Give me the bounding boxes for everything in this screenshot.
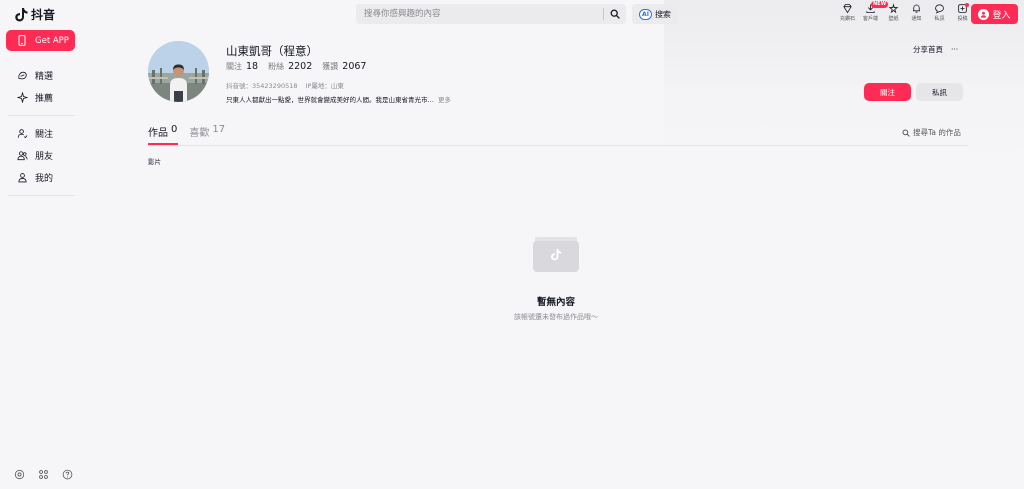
bio-more-link[interactable]: 更多: [438, 94, 451, 104]
search-icon: [610, 9, 620, 19]
stat-label: 獲讚: [322, 62, 339, 71]
message-button[interactable]: 私訊: [916, 83, 963, 101]
sidebar-nav-secondary: 關注 朋友 我的: [0, 122, 80, 188]
stat-label: 關注: [226, 62, 242, 71]
client-download-button[interactable]: NEW 客戶端: [859, 1, 889, 22]
search-input[interactable]: [356, 4, 603, 24]
sidebar-nav-primary: 精選 推薦: [0, 64, 80, 108]
tab-works[interactable]: 作品 0: [148, 124, 177, 139]
search-icon: [902, 128, 910, 137]
douyin-id: 抖音號：35423290518: [226, 82, 298, 90]
sidebar-item-follow[interactable]: 關注: [0, 122, 80, 144]
diamond-icon: [843, 3, 852, 14]
tab-count: 17: [212, 124, 226, 135]
tab-divider: [148, 145, 968, 146]
sidebar-divider: [8, 195, 74, 196]
profile-bio: 只東人人都獻出一點愛，世界就會變成美好的人間。我是山東省青光市… 更多: [226, 94, 451, 104]
active-tab-indicator: [148, 143, 178, 145]
logo-text: 抖音: [31, 8, 56, 22]
tab-label: 喜歡: [189, 128, 210, 139]
get-app-label: Get APP: [35, 35, 69, 46]
tab-likes[interactable]: 喜歡 17: [189, 124, 225, 139]
empty-state-title: 暫無內容: [536, 297, 575, 308]
sidebar-item-label: 推薦: [35, 93, 54, 104]
top-icon-label: 客戶端: [862, 16, 878, 22]
stat-label: 粉絲: [268, 62, 285, 71]
bell-icon: [913, 4, 920, 13]
tab-count: 0: [171, 124, 178, 135]
help-icon[interactable]: [62, 469, 73, 480]
top-icon-label: 私訊: [934, 16, 945, 22]
top-icon-label: 充鑽石: [839, 16, 855, 22]
apps-icon[interactable]: [38, 469, 49, 480]
recharge-button[interactable]: 充鑽石: [836, 3, 859, 22]
ai-search-label: 搜索: [654, 9, 671, 19]
private-message-button[interactable]: 私訊: [928, 3, 951, 22]
friends-icon: [17, 150, 28, 160]
sidebar-bottom-icons: [14, 469, 73, 480]
sidebar-divider: [8, 115, 74, 116]
search-bar: [356, 4, 626, 24]
sidebar-item-label: 關注: [35, 129, 54, 140]
stat-value: 18: [246, 61, 259, 72]
douyin-logo-icon: [15, 8, 28, 22]
empty-folder-icon: [533, 237, 579, 272]
stat-following[interactable]: 關注 18: [226, 61, 258, 72]
sidebar-item-recommend[interactable]: 推薦: [0, 86, 80, 108]
profile-avatar[interactable]: [148, 41, 209, 102]
more-options-icon[interactable]: ···: [951, 45, 958, 54]
profile-tabs: 作品 0 喜歡 17: [148, 124, 225, 139]
stat-value: 2202: [288, 61, 313, 72]
featured-icon: [18, 71, 27, 79]
tab-label: 作品: [148, 128, 168, 139]
follow-icon: [17, 128, 28, 138]
profile-meta: 抖音號：35423290518 IP屬地：山東: [226, 80, 344, 90]
share-button[interactable]: 分享首頁: [913, 44, 943, 55]
stat-followers[interactable]: 粉絲 2202: [268, 61, 312, 72]
top-icon-label: 投稿: [957, 16, 968, 22]
stat-likes[interactable]: 獲讚 2067: [322, 61, 366, 72]
empty-state-subtitle: 該帳號還未發布過作品哦～: [514, 313, 598, 321]
notification-button[interactable]: 通知: [905, 3, 928, 22]
ai-icon: AI: [639, 8, 652, 20]
share-profile: 分享首頁 ···: [913, 44, 958, 55]
message-icon: [935, 4, 944, 14]
wallpaper-icon: [888, 3, 899, 14]
logo[interactable]: 抖音: [14, 6, 55, 23]
login-label: 登入: [992, 10, 1011, 21]
recommend-icon: [17, 91, 28, 103]
settings-icon[interactable]: [14, 469, 25, 480]
follow-button[interactable]: 關注: [864, 83, 911, 101]
filter-videos[interactable]: 影片: [148, 156, 161, 166]
get-app-button[interactable]: Get APP: [6, 30, 75, 51]
stat-value: 2067: [342, 61, 367, 72]
ai-search-button[interactable]: AI 搜索: [632, 4, 678, 24]
profile-name: 山東凱哥（程意）: [226, 44, 318, 58]
user-icon: [978, 8, 990, 20]
bio-text: 只東人人都獻出一點愛，世界就會變成美好的人間。我是山東省青光市…: [226, 96, 434, 104]
login-button[interactable]: 登入: [971, 4, 1018, 24]
search-works-button[interactable]: 搜尋Ta 的作品: [902, 127, 961, 138]
top-icons: 充鑽石 NEW 客戶端 壁紙 通知 私訊 投稿: [836, 1, 974, 22]
sidebar-item-label: 朋友: [35, 151, 54, 162]
sidebar-item-label: 精選: [35, 71, 54, 82]
sidebar-item-friends[interactable]: 朋友: [0, 144, 80, 166]
top-icon-label: 通知: [911, 16, 922, 22]
sidebar-item-featured[interactable]: 精選: [0, 64, 80, 86]
phone-icon: [18, 35, 26, 46]
sidebar-item-me[interactable]: 我的: [0, 166, 80, 188]
ip-location: IP屬地：山東: [305, 82, 344, 90]
sidebar-item-label: 我的: [35, 173, 54, 184]
wallpaper-button[interactable]: 壁紙: [882, 3, 905, 22]
me-icon: [18, 172, 27, 182]
search-works-label: 搜尋Ta 的作品: [913, 128, 961, 137]
search-button[interactable]: [604, 4, 626, 24]
top-bar: 抖音 AI 搜索 充鑽石 NEW 客戶端 壁紙 通知 私: [0, 0, 1024, 28]
top-icon-label: 壁紙: [888, 16, 899, 22]
profile-stats: 關注 18 粉絲 2202 獲讚 2067: [226, 61, 366, 72]
notification-dot: [965, 3, 969, 7]
